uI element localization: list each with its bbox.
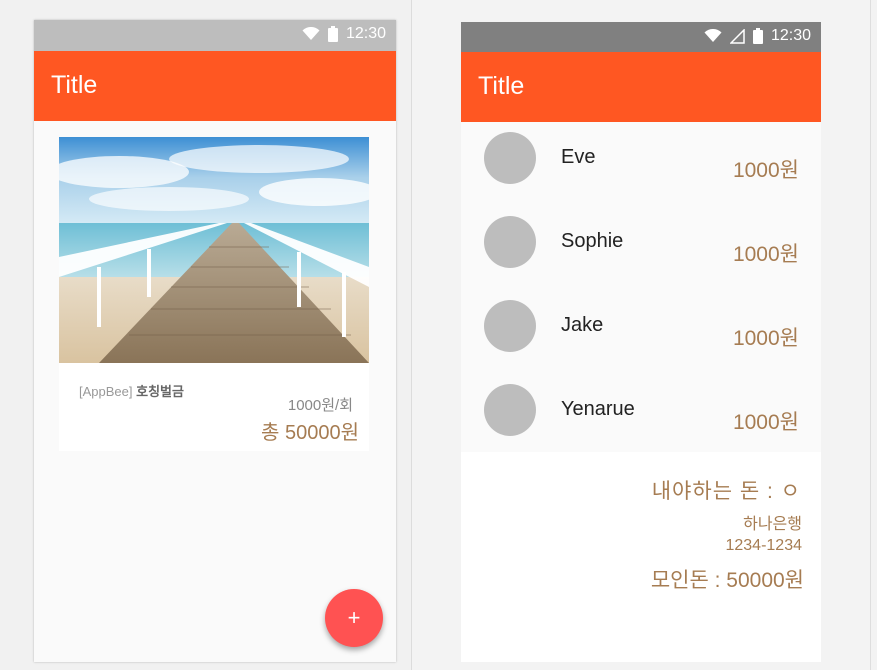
status-time: 12:30 — [345, 25, 386, 42]
add-fab-button[interactable]: + — [325, 589, 383, 647]
pier-photo — [59, 137, 369, 363]
member-name: Jake — [561, 314, 604, 336]
phone-preview-left: 12:30 Title [AppBee] 호칭벌금 1000원/회 총 5000… — [34, 20, 396, 662]
member-list: Eve 1000원 Sophie 1000원 Jake 1000원 Yenaru… — [461, 122, 821, 452]
member-row[interactable]: Jake 1000원 — [461, 290, 821, 374]
avatar — [484, 216, 536, 268]
app-bar: Title — [461, 52, 821, 122]
fine-card[interactable]: [AppBee] 호칭벌금 1000원/회 총 50000원 — [59, 137, 369, 451]
member-row[interactable]: Eve 1000원 — [461, 122, 821, 206]
member-amount: 1000원 — [732, 243, 799, 266]
status-time: 12:30 — [770, 27, 811, 44]
battery-icon — [327, 26, 338, 42]
member-row[interactable]: Sophie 1000원 — [461, 206, 821, 290]
card-fine-name: 호칭벌금 — [136, 384, 184, 399]
battery-icon — [752, 28, 763, 44]
app-bar-title: Title — [51, 71, 98, 99]
bank-account-info: 하나은행 1234-1234 — [725, 514, 802, 556]
member-amount: 1000원 — [732, 159, 799, 182]
plus-icon: + — [347, 605, 361, 630]
pier-photo-image — [59, 137, 369, 363]
member-name: Sophie — [561, 230, 624, 252]
wifi-icon — [302, 27, 320, 40]
card-label: [AppBee] 호칭벌금 — [79, 381, 184, 400]
status-bar: 12:30 — [461, 22, 821, 52]
app-bar: Title — [34, 51, 396, 121]
amount-owed: 내야하는 돈 : ㅇ — [651, 480, 801, 503]
avatar — [484, 384, 536, 436]
app-bar-title: Title — [478, 72, 525, 100]
member-row[interactable]: Yenarue 1000원 — [461, 374, 821, 458]
card-total: 총 50000원 — [261, 422, 359, 444]
collected-total: 모인돈 : 50000원 — [650, 569, 804, 592]
wifi-icon — [704, 29, 722, 42]
account-number: 1234-1234 — [725, 537, 802, 554]
member-name: Yenarue — [561, 398, 635, 420]
signal-icon — [729, 28, 745, 44]
status-bar: 12:30 — [34, 20, 396, 51]
member-amount: 1000원 — [732, 327, 799, 350]
canvas-edge — [870, 0, 871, 670]
card-unit-price: 1000원/회 — [287, 397, 353, 414]
avatar — [484, 300, 536, 352]
card-brand: [AppBee] — [79, 384, 133, 399]
avatar — [484, 132, 536, 184]
member-amount: 1000원 — [732, 411, 799, 434]
phone-preview-right: 12:30 Title Eve 1000원 Sophie 1000원 Jake … — [461, 22, 821, 662]
bank-name: 하나은행 — [743, 516, 802, 533]
member-name: Eve — [561, 146, 596, 168]
